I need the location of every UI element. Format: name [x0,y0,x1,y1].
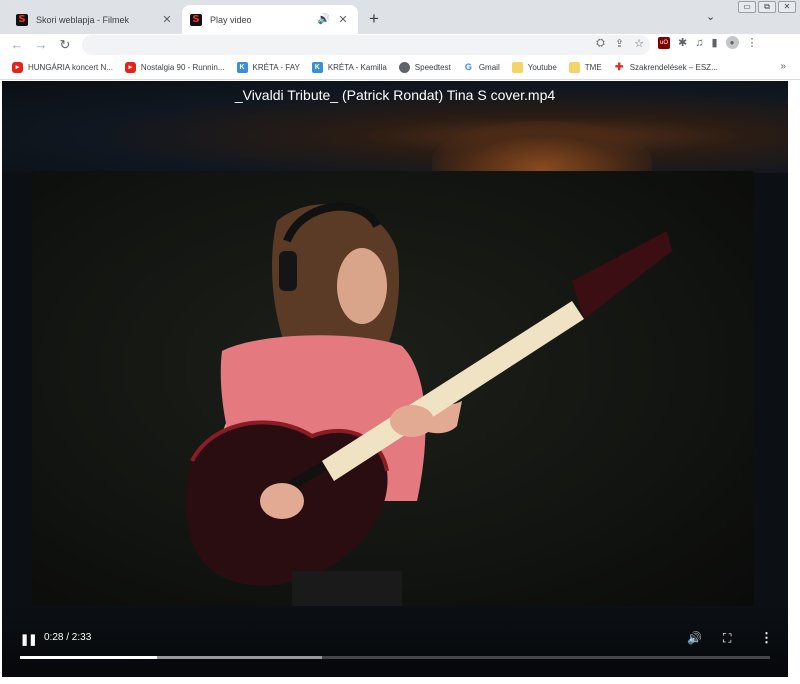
bookmark-label: KRÉTA - Kamilla [327,63,387,72]
minimize-button[interactable]: ▭ [738,1,756,13]
more-options-icon[interactable]: ⋮ [760,630,773,646]
side-panel-icon[interactable]: ▮ [711,36,717,49]
tab-play-video[interactable]: S Play video 🔊 ✕ [182,5,358,34]
forward-button[interactable]: → [32,36,50,54]
more-bookmarks-icon[interactable]: » [780,61,786,72]
browser-window: S Skori weblapja - Filmek ✕ S Play video… [0,0,800,684]
bookmark-label: TME [584,63,602,72]
bookmark-nostalgia[interactable]: ▸ Nostalgia 90 - Runnin... [124,62,225,73]
address-bar[interactable]: ⛭ ⇪ ☆ [82,35,650,55]
bookmark-label: Speedtest [414,63,451,72]
browser-menu-icon[interactable]: ⋮ [747,36,758,49]
video-file-title: _Vivaldi Tribute_ (Patrick Rondat) Tina … [234,87,556,103]
tab-strip: S Skori weblapja - Filmek ✕ S Play video… [0,0,800,34]
time-display: 0:28 / 2:33 [44,632,92,643]
volume-icon[interactable]: 🔊 [687,631,702,645]
restore-button[interactable]: ⧉ [758,1,776,13]
video-frame[interactable] [32,171,754,606]
kreta-icon: K [236,62,248,73]
pause-button[interactable]: ❚❚ [20,633,37,646]
folder-icon [511,62,523,73]
controls-overlay [2,601,788,677]
translate-icon[interactable]: ⛭ [596,37,605,50]
extensions-icon[interactable]: ✱ [678,36,687,49]
fullscreen-icon[interactable]: ⛶ [723,631,731,646]
toolbar-actions: uO ✱ ♫ ▮ ● ⋮ [658,36,758,49]
bookmark-kreta-fay[interactable]: K KRÉTA - FAY [236,62,300,73]
bookmark-folder-youtube[interactable]: Youtube [511,62,557,73]
globe-icon [398,62,410,73]
bookmark-label: Gmail [478,63,500,72]
bookmark-kreta-kamilla[interactable]: K KRÉTA - Kamilla [311,62,387,73]
tab-close-icon[interactable]: ✕ [160,13,174,26]
tab-title: Skori weblapja - Filmek [36,14,130,25]
back-button[interactable]: ← [8,36,26,54]
site-favicon-icon: S [16,13,28,26]
bookmark-label: KRÉTA - FAY [252,63,300,72]
played-range [20,656,158,659]
window-controls: ▭ ⧉ ✕ [738,1,796,13]
media-control-icon[interactable]: ♫ [695,37,703,49]
bookmark-gmail[interactable]: G Gmail [462,62,500,73]
tab-skori-filmek[interactable]: S Skori weblapja - Filmek ✕ [8,5,182,34]
reload-button[interactable]: ↻ [56,36,74,54]
omnibox-icons: ⛭ ⇪ ☆ [596,37,644,50]
tab-close-icon[interactable]: ✕ [336,13,350,26]
bookmark-label: Youtube [527,63,557,72]
tab-search-dropdown-icon[interactable]: ⌄ [706,10,715,23]
profile-avatar-icon[interactable]: ● [725,36,739,49]
tab-title: Play video [210,14,252,25]
page-content: _Vivaldi Tribute_ (Patrick Rondat) Tina … [0,80,800,684]
folder-icon [568,62,580,73]
bookmark-hungaria[interactable]: ▸ HUNGÁRIA koncert N... [12,62,113,73]
bookmark-speedtest[interactable]: Speedtest [398,62,451,73]
browser-toolbar: ← → ↻ ⛭ ⇪ ☆ uO ✱ ♫ ▮ ● ⋮ [0,34,800,56]
google-icon: G [462,62,474,73]
seek-bar[interactable] [20,656,770,659]
youtube-icon: ▸ [12,62,23,73]
bookmarks-bar: ▸ HUNGÁRIA koncert N... ▸ Nostalgia 90 - R… [0,56,800,80]
video-player[interactable]: _Vivaldi Tribute_ (Patrick Rondat) Tina … [2,81,788,677]
guitarist-illustration [185,202,672,606]
kreta-icon: K [311,62,323,73]
youtube-icon: ▸ [124,62,136,73]
close-window-button[interactable]: ✕ [778,1,796,13]
bookmark-label: Nostalgia 90 - Runnin... [140,63,225,72]
site-favicon-icon: S [190,13,202,26]
medical-cross-icon: ✚ [613,62,625,73]
new-tab-button[interactable]: + [364,9,384,29]
share-icon[interactable]: ⇪ [615,37,624,50]
audio-playing-icon[interactable]: 🔊 [318,14,330,25]
bookmark-label: Szakrendelések – ESZ... [629,63,718,72]
bookmark-label: HUNGÁRIA koncert N... [28,63,113,72]
bookmark-star-icon[interactable]: ☆ [634,37,644,50]
ublock-origin-icon[interactable]: uO [658,36,670,49]
bookmark-szakrendelesek[interactable]: ✚ Szakrendelések – ESZ... [613,62,718,73]
bookmark-folder-tme[interactable]: TME [568,62,602,73]
